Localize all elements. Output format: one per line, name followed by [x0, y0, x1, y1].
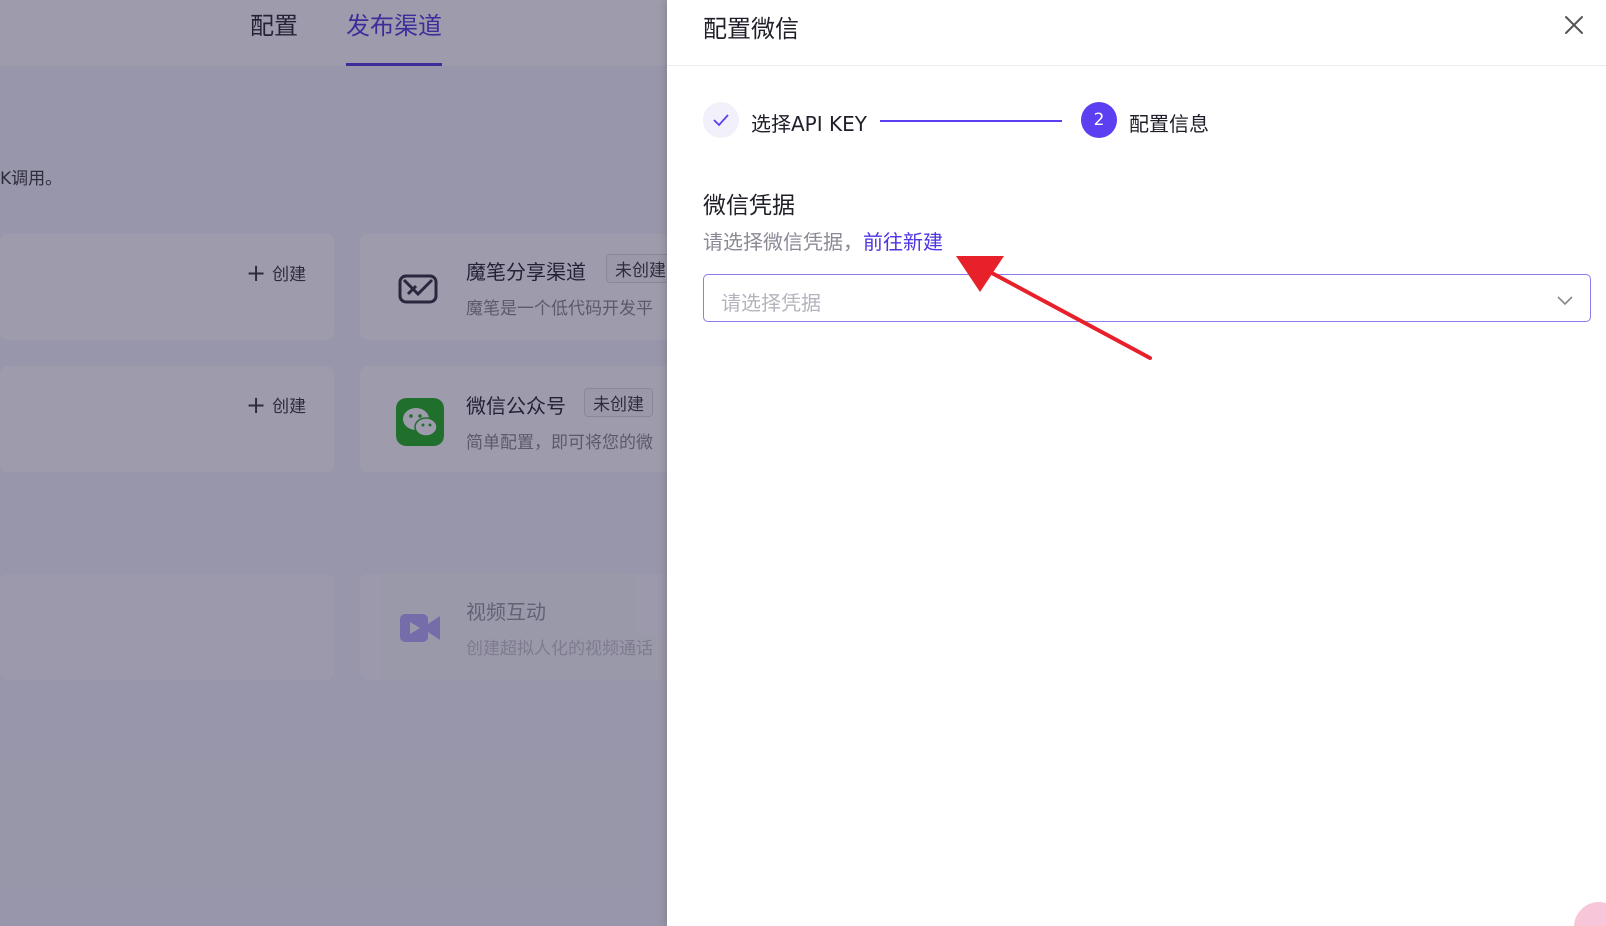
- steps-indicator: 选择API KEY 2 配置信息: [703, 102, 1583, 142]
- drawer-title: 配置微信: [703, 15, 799, 43]
- close-icon[interactable]: [1559, 10, 1589, 40]
- step-2-label: 配置信息: [1129, 112, 1209, 136]
- create-new-link[interactable]: 前往新建: [863, 230, 943, 254]
- chevron-down-icon: [1557, 296, 1573, 306]
- credential-select[interactable]: 请选择凭据: [703, 274, 1591, 322]
- select-placeholder: 请选择凭据: [721, 291, 821, 315]
- step-2-circle: 2: [1081, 102, 1117, 138]
- step-1-circle: [703, 102, 739, 138]
- step-1-label: 选择API KEY: [751, 112, 867, 136]
- section-hint: 请选择微信凭据，前往新建: [703, 226, 943, 255]
- section-hint-text: 请选择微信凭据，: [703, 230, 863, 254]
- config-wechat-drawer: 配置微信 选择API KEY 2 配置信息 微信凭据 请选择微信凭据，前往新建 …: [667, 0, 1606, 926]
- check-icon: [713, 114, 729, 127]
- step-connector-line: [880, 120, 1062, 122]
- drawer-header: 配置微信: [667, 0, 1606, 66]
- section-title: 微信凭据: [703, 193, 795, 219]
